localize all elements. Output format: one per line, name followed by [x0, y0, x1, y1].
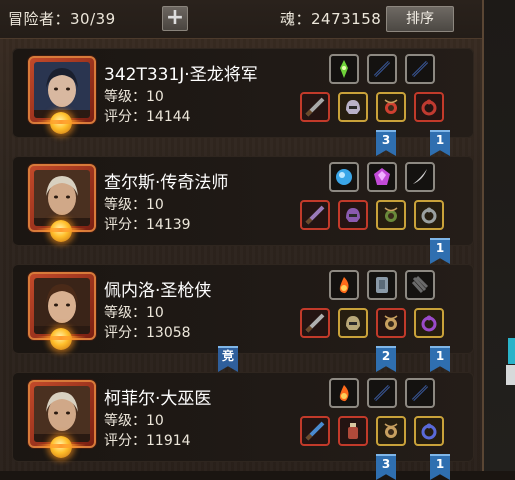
equipment-slot[interactable]: [414, 92, 444, 122]
equipment-slot[interactable]: [405, 378, 435, 408]
sword-icon: [305, 97, 325, 117]
rank-medal-icon: [36, 220, 86, 242]
helmet-icon: [346, 208, 360, 222]
equipment-slot[interactable]: [329, 378, 359, 408]
green-gem-icon: [340, 60, 348, 78]
hero-name: 佩内洛·圣枪侠: [104, 281, 212, 301]
hero-level: 等级：10: [104, 89, 164, 105]
slot-count-flag: 1: [430, 454, 450, 480]
hero-portrait-image: [34, 170, 90, 226]
equipment-slot[interactable]: [405, 270, 435, 300]
wand-icon: [305, 421, 325, 441]
slot-count-flag: 3: [376, 454, 396, 480]
equipment-slot[interactable]: [338, 308, 368, 338]
equipment-slot[interactable]: [367, 162, 397, 192]
panel-header: 冒险者：30/39 + 魂：2473158 排序: [0, 0, 482, 39]
bottle-icon: [348, 423, 358, 439]
hero-portrait-image: [34, 386, 90, 442]
staff-icon: [305, 205, 325, 225]
side-tab-white: [506, 365, 515, 385]
amulet-icon: [384, 423, 398, 438]
feather-icon: [413, 169, 427, 184]
equipment-slot[interactable]: [329, 270, 359, 300]
equipment-slot[interactable]: [338, 92, 368, 122]
helmet-icon: [346, 316, 360, 330]
equipment-slot[interactable]: [338, 200, 368, 230]
hero-score: 评分：13058: [104, 325, 191, 341]
equipment-slot[interactable]: [376, 200, 406, 230]
hero-score: 评分：14139: [104, 217, 191, 233]
blue-orb-icon: [336, 169, 352, 185]
add-adventurer-button[interactable]: +: [162, 6, 188, 31]
empty-slot-icon: [411, 60, 429, 78]
equipment-slot[interactable]: [414, 308, 444, 338]
equipment-slot[interactable]: [367, 378, 397, 408]
ring-icon: [421, 99, 437, 116]
hero-name: 342T331J·圣龙将军: [104, 65, 258, 85]
soul-currency: 魂：2473158: [280, 10, 382, 28]
empty-slot-icon: [373, 60, 391, 78]
hero-name: 查尔斯·传奇法师: [104, 173, 229, 193]
equipment-slot[interactable]: [367, 54, 397, 84]
equipment-slot[interactable]: [376, 92, 406, 122]
equipment-slot[interactable]: [405, 162, 435, 192]
equipment-slot[interactable]: [300, 92, 330, 122]
equipment-slot[interactable]: [405, 54, 435, 84]
hero-card[interactable]: 柯菲尔·大巫医等级：10 评分：11914: [12, 372, 474, 462]
hero-card[interactable]: 查尔斯·传奇法师等级：10 评分：14139: [12, 156, 474, 246]
shield-icon: [376, 277, 388, 293]
fire-orb-icon: [339, 277, 349, 294]
equipment-slot[interactable]: [338, 416, 368, 446]
hero-name: 柯菲尔·大巫医: [104, 389, 212, 409]
hero-level: 等级：10: [104, 197, 164, 213]
sort-button[interactable]: 排序: [386, 6, 454, 32]
hero-level: 等级：10: [104, 305, 164, 321]
equipment-slot[interactable]: [376, 416, 406, 446]
hero-card[interactable]: 佩内洛·圣枪侠等级：10 评分：13058: [12, 264, 474, 354]
side-tab-teal: [508, 338, 515, 364]
equipment-slot[interactable]: [300, 200, 330, 230]
amulet-icon: [384, 315, 398, 330]
ring-icon: [421, 207, 437, 224]
rank-medal-icon: [36, 112, 86, 134]
hero-score: 评分：11914: [104, 433, 191, 449]
claw-icon: [411, 275, 429, 294]
amulet-icon: [384, 99, 398, 114]
equipment-slot[interactable]: [300, 416, 330, 446]
amulet-icon: [384, 207, 398, 222]
ring-icon: [421, 315, 437, 332]
hero-card[interactable]: 342T331J·圣龙将军等级：10 评分：14144: [12, 48, 474, 138]
equipment-slot[interactable]: [367, 270, 397, 300]
hero-level: 等级：10: [104, 413, 164, 429]
hero-score: 评分：14144: [104, 109, 191, 125]
ring-icon: [421, 423, 437, 440]
equipment-slot[interactable]: [414, 200, 444, 230]
gun-icon: [305, 313, 325, 333]
rank-medal-icon: [36, 436, 86, 458]
helmet-icon: [346, 100, 360, 114]
equipment-slot[interactable]: [329, 162, 359, 192]
side-strip: [484, 0, 515, 471]
empty-slot-icon: [373, 384, 391, 402]
equipment-slot[interactable]: [376, 308, 406, 338]
equipment-slot[interactable]: [329, 54, 359, 84]
empty-slot-icon: [411, 384, 429, 402]
purple-gem-icon: [374, 168, 390, 185]
equipment-slot[interactable]: [300, 308, 330, 338]
equipment-slot[interactable]: [414, 416, 444, 446]
hero-portrait-image: [34, 62, 90, 118]
hero-portrait-image: [34, 278, 90, 334]
rank-medal-icon: [36, 328, 86, 350]
fire-orb-icon: [339, 385, 349, 402]
adventurer-count: 冒险者：30/39: [8, 10, 116, 28]
